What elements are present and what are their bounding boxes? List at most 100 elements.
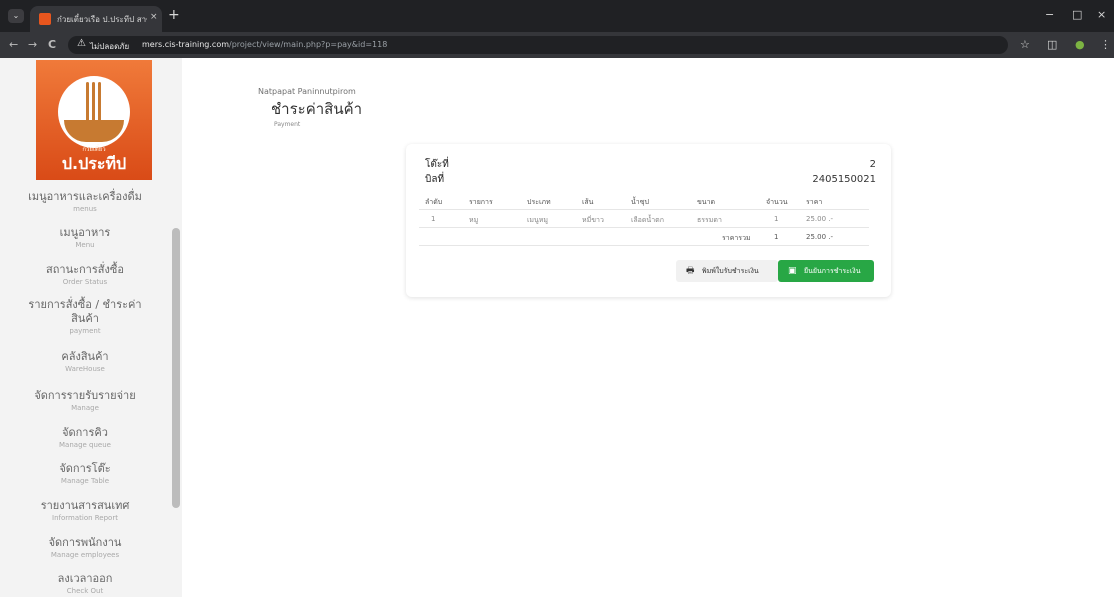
browser-tab-bar: ⌄ ก๋วยเตี๋ยวเรือ ป.ประทีป สาขาเมืองเยย ×… [0, 0, 1114, 32]
star-icon[interactable]: ☆ [1020, 38, 1030, 51]
bowl-soup [64, 120, 124, 142]
cash-icon: ▣ [788, 266, 797, 276]
sidebar-item-label: ลงเวลาออก [57, 572, 113, 585]
restaurant-logo[interactable]: ก๋วยเตี๋ยว ป.ประทีป [36, 60, 152, 180]
sidebar-item-label: เมนูอาหาร [59, 226, 111, 239]
sidebar-item-warehouse[interactable]: คลังสินค้า WareHouse [0, 350, 170, 373]
sidebar-scrollbar[interactable] [172, 228, 180, 508]
sidebar-item-sublabel: Manage employees [50, 551, 120, 559]
browser-tab[interactable]: ก๋วยเตี๋ยวเรือ ป.ประทีป สาขาเมืองเยย × [30, 6, 162, 32]
sidebar-item-sublabel: Manage Table [60, 477, 110, 485]
table-cell: 1 [774, 215, 779, 223]
table-cell: เมนูหมู [527, 216, 549, 224]
confirm-payment-button[interactable]: ▣ ยืนยันการชำระเงิน [778, 260, 874, 282]
profile-icon[interactable]: ● [1075, 38, 1085, 51]
sidebar-item-manage-queue[interactable]: จัดการคิว Manage queue [0, 426, 170, 449]
column-header: น้ำซุป [631, 198, 649, 206]
sidebar-item-menu[interactable]: เมนูอาหาร Menu [0, 226, 170, 249]
noodle-strand [98, 82, 101, 124]
table-cell: หมู [469, 216, 479, 224]
noodle-strand [92, 82, 95, 124]
address-bar-row: ← → C ⚠ ไม่ปลอดภัย mers.cis-training.com… [0, 32, 1114, 58]
table-cell: หมี่ขาว [582, 216, 604, 224]
total-price: 25.00 .- [806, 233, 834, 241]
sidebar-item-label: รายงานสารสนเทศ [40, 499, 130, 512]
sidebar: ก๋วยเตี๋ยว ป.ประทีป เมนูอาหารและเครื่องด… [0, 58, 182, 597]
sidebar-item-manage-table[interactable]: จัดการโต๊ะ Manage Table [0, 462, 170, 485]
more-icon[interactable]: ⋮ [1100, 38, 1111, 51]
total-qty: 1 [774, 233, 779, 241]
column-header: ขนาด [697, 198, 716, 206]
chevron-down-icon: ⌄ [12, 11, 20, 20]
tab-title: ก๋วยเตี๋ยวเรือ ป.ประทีป สาขาเมืองเยย [57, 15, 147, 24]
sidebar-item-sublabel: WareHouse [65, 365, 105, 373]
logo-text: ป.ประทีป [61, 154, 127, 173]
sidebar-item-sublabel: Information Report [52, 514, 118, 522]
sidebar-item-label: จัดการพนักงาน [48, 536, 122, 549]
column-header: จำนวน [766, 198, 788, 206]
sidebar-item-sublabel: menus [73, 205, 97, 213]
page-subtitle: Payment [274, 121, 301, 128]
sidebar-item-menus[interactable]: เมนูอาหารและเครื่องดื่ม menus [0, 190, 170, 213]
page-title: ชำระค่าสินค้า [271, 100, 363, 118]
sidebar-item-manage[interactable]: จัดการรายรับรายจ่าย Manage [0, 389, 170, 412]
sidebar-item-sublabel: Check Out [66, 587, 104, 595]
new-tab-button[interactable]: + [168, 7, 180, 23]
table-cell: 1 [431, 215, 436, 223]
sidebar-item-label: จัดการโต๊ะ [59, 462, 111, 475]
table-cell: 25.00 .- [806, 215, 834, 223]
table-label: โต๊ะที่ [425, 159, 449, 170]
sidebar-item-label: รายการสั่งซื้อ / ชำระค่าสินค้า [28, 298, 142, 325]
sidebar-item-sublabel: Menu [75, 241, 95, 249]
sidebar-item-sublabel: payment [69, 327, 101, 335]
warning-icon: ⚠ [77, 38, 86, 49]
payment-card: โต๊ะที่ 2 บิลที่ 2405150021 ลำดับ รายการ… [406, 144, 891, 297]
sidebar-item-sublabel: Manage [71, 404, 99, 412]
noodle-strand [86, 82, 89, 124]
column-header: ลำดับ [425, 198, 443, 206]
tab-close-icon[interactable]: × [150, 12, 158, 22]
column-header: ราคา [806, 198, 823, 206]
forward-arrow-icon[interactable]: → [28, 38, 37, 51]
bill-label: บิลที่ [425, 174, 445, 185]
row-divider [419, 227, 869, 228]
header-divider [419, 209, 869, 210]
sidebar-item-sublabel: Order Status [62, 278, 108, 286]
table-cell: เลือดน้ำตก [631, 216, 664, 224]
bill-value: 2405150021 [812, 174, 876, 185]
reload-icon[interactable]: C [48, 38, 56, 51]
favicon-icon [39, 13, 51, 25]
sidebar-item-order-status[interactable]: สถานะการสั่งซื้อ Order Status [0, 263, 170, 286]
sidebar-item-label: จัดการรายรับรายจ่าย [34, 389, 136, 402]
total-label: ราคารวม [722, 234, 751, 242]
url-text: mers.cis-training.com/project/view/main.… [142, 40, 387, 49]
user-name: Natpapat Paninnutpirom [258, 87, 356, 96]
sidebar-item-label: จัดการคิว [62, 426, 108, 439]
sidebar-item-label: เมนูอาหารและเครื่องดื่ม [28, 190, 142, 203]
confirm-payment-label: ยืนยันการชำระเงิน [804, 267, 861, 275]
table-value: 2 [869, 159, 876, 170]
printer-icon: 🖶 [686, 266, 695, 276]
sidebar-item-label: คลังสินค้า [61, 350, 109, 363]
sidebar-item-information-report[interactable]: รายงานสารสนเทศ Information Report [0, 499, 170, 522]
sidebar-item-check-out[interactable]: ลงเวลาออก Check Out [0, 572, 170, 595]
print-receipt-label: พิมพ์ใบรับชำระเงิน [702, 267, 759, 275]
close-window-button[interactable]: × [1097, 8, 1106, 21]
table-cell: ธรรมดา [697, 216, 722, 224]
restore-button[interactable]: □ [1072, 8, 1082, 21]
tab-search-menu[interactable]: ⌄ [8, 9, 24, 23]
sidebar-item-payment[interactable]: รายการสั่งซื้อ / ชำระค่าสินค้า payment [0, 298, 170, 335]
column-header: ประเภท [527, 198, 551, 206]
url-path: /project/view/main.php?p=pay&id=118 [229, 40, 388, 49]
back-arrow-icon[interactable]: ← [9, 38, 18, 51]
minimize-button[interactable]: − [1045, 8, 1054, 21]
print-receipt-button[interactable]: 🖶 พิมพ์ใบรับชำระเงิน [676, 260, 778, 282]
sidebar-item-sublabel: Manage queue [59, 441, 111, 449]
security-label[interactable]: ไม่ปลอดภัย [90, 40, 129, 53]
column-header: เส้น [582, 198, 594, 206]
extensions-icon[interactable]: ◫ [1047, 38, 1057, 51]
sidebar-item-manage-employees[interactable]: จัดการพนักงาน Manage employees [0, 536, 170, 559]
url-input[interactable]: ⚠ ไม่ปลอดภัย mers.cis-training.com/proje… [68, 36, 1008, 54]
total-divider [419, 245, 869, 246]
noodle-bowl-icon [58, 76, 130, 148]
